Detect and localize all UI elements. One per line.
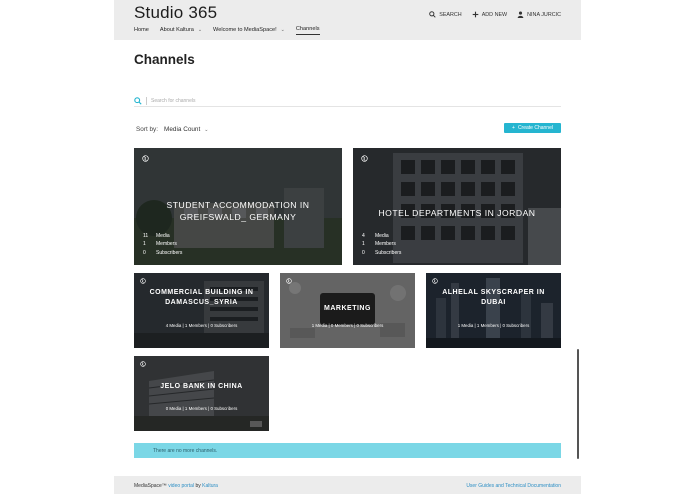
- globe-icon: [140, 361, 146, 367]
- sort-value: Media Count: [164, 126, 201, 133]
- nav-welcome-label: Welcome to MediaSpace!: [213, 26, 277, 33]
- globe-icon: [361, 155, 368, 162]
- site-footer: MediaSpace™ video portal by Kaltura User…: [114, 476, 581, 494]
- sort-label: Sort by:: [136, 126, 159, 133]
- card-overlay: [134, 273, 269, 348]
- create-channel-label: Create Channel: [517, 125, 553, 131]
- members-count: 1: [143, 241, 146, 247]
- main-nav: Home About Kaltura ⌄ Welcome to MediaSpa…: [134, 26, 320, 35]
- create-channel-button[interactable]: + Create Channel: [504, 123, 561, 133]
- top-actions: SEARCH ADD NEW NINA JURCIC: [429, 11, 561, 18]
- subscribers-count: 0: [362, 249, 365, 256]
- site-header: Studio 365 SEARCH ADD NEW NINA JURCIC Ho…: [114, 0, 581, 40]
- nav-about-kaltura[interactable]: About Kaltura ⌄: [160, 27, 202, 35]
- footer-docs-link[interactable]: User Guides and Technical Documentation: [466, 483, 561, 489]
- subscribers-label: Subscribers: [156, 249, 183, 256]
- channel-stats: 0 Media | 1 Members | 0 Subscribers: [165, 406, 238, 411]
- footer-by: by: [195, 483, 201, 489]
- channel-card[interactable]: HOTEL DEPARTMENTS IN JORDAN 4 Media 1 Memb…: [353, 148, 561, 265]
- plus-icon: [472, 11, 478, 18]
- footer-product: MediaSpace™: [134, 483, 167, 489]
- card-overlay: [426, 273, 561, 348]
- user-icon: [517, 11, 524, 18]
- channel-card[interactable]: ALHELAL SKYSCRAPER IN DUBAI 1 Media | 1 …: [426, 273, 561, 348]
- search-divider: [146, 97, 147, 105]
- chevron-down-icon: ⌄: [280, 26, 285, 33]
- nav-channels-label: Channels: [295, 26, 320, 32]
- channel-card[interactable]: MARKETING 1 Media | 0 Members | 0 Subscr…: [280, 273, 415, 348]
- footer-kaltura-link[interactable]: Kaltura: [202, 483, 218, 489]
- media-label: Media: [156, 232, 170, 239]
- search-icon: [429, 11, 436, 18]
- nav-channels[interactable]: Channels: [295, 26, 320, 35]
- media-label: Media: [375, 232, 389, 239]
- channel-stats: 1 Media | 1 Members | 0 Subscribers: [457, 323, 530, 328]
- sort-control: Sort by: Media Count ⌄: [136, 126, 208, 133]
- channel-stats: 4 Media | 1 Members | 0 Subscribers: [165, 323, 238, 328]
- media-count: 11: [143, 232, 149, 239]
- channel-title: HOTEL DEPARTMENTS IN JORDAN: [378, 208, 536, 218]
- channel-title: COMMERCIAL BUILDING IN DAMASCUS_SYRIA: [149, 289, 254, 306]
- channel-search: [134, 96, 561, 107]
- search-label: SEARCH: [439, 11, 462, 18]
- page-title: Channels: [134, 52, 195, 67]
- add-new-label: ADD NEW: [481, 11, 508, 18]
- members-label: Members: [156, 241, 177, 247]
- search-icon[interactable]: [134, 97, 142, 105]
- channel-title: MARKETING: [324, 305, 371, 312]
- add-new-button[interactable]: ADD NEW: [472, 11, 507, 18]
- sort-dropdown[interactable]: Media Count ⌄: [164, 126, 208, 133]
- channel-stats: 11 Media 1 Members 0 Subscribers: [143, 232, 182, 258]
- page: Studio 365 SEARCH ADD NEW NINA JURCIC Ho…: [0, 0, 695, 494]
- subscribers-label: Subscribers: [375, 249, 402, 256]
- plus-icon: +: [512, 125, 515, 131]
- scrollbar-thumb[interactable]: [577, 349, 579, 459]
- site-title[interactable]: Studio 365: [134, 3, 217, 23]
- no-more-channels-notice: There are no more channels.: [134, 443, 561, 458]
- channel-title: ALHELAL SKYSCRAPER IN DUBAI: [442, 289, 545, 306]
- media-count: 4: [362, 232, 365, 239]
- chevron-down-icon: ⌄: [204, 126, 209, 133]
- globe-icon: [432, 278, 438, 284]
- globe-icon: [286, 278, 292, 284]
- channel-card[interactable]: COMMERCIAL BUILDING IN DAMASCUS_SYRIA 4 …: [134, 273, 269, 348]
- channel-stats: 4 Media 1 Members 0 Subscribers: [362, 232, 401, 258]
- globe-icon: [142, 155, 149, 162]
- channel-card[interactable]: JELO BANK IN CHINA 0 Media | 1 Members |…: [134, 356, 269, 431]
- user-name: NINA JURCIC: [527, 11, 561, 18]
- nav-welcome[interactable]: Welcome to MediaSpace! ⌄: [213, 27, 285, 35]
- footer-video-portal-link[interactable]: video portal: [168, 483, 194, 489]
- nav-about-kaltura-label: About Kaltura: [159, 26, 194, 33]
- search-input[interactable]: [151, 98, 551, 104]
- user-menu[interactable]: NINA JURCIC: [517, 11, 561, 18]
- card-overlay: [134, 356, 269, 431]
- subscribers-count: 0: [143, 249, 146, 256]
- channel-title: JELO BANK IN CHINA: [160, 383, 243, 390]
- nav-home-label: Home: [134, 26, 149, 33]
- footer-credit: MediaSpace™ video portal by Kaltura: [134, 483, 218, 489]
- channel-stats: 1 Media | 0 Members | 0 Subscribers: [311, 323, 384, 328]
- members-count: 1: [362, 241, 365, 247]
- globe-icon: [140, 278, 146, 284]
- search-button[interactable]: SEARCH: [429, 11, 462, 18]
- channel-card[interactable]: STUDENT ACCOMMODATION IN GREIFSWALD_ GER…: [134, 148, 342, 265]
- members-label: Members: [375, 241, 396, 247]
- channel-title: STUDENT ACCOMMODATION IN GREIFSWALD_ GER…: [166, 200, 310, 222]
- nav-home[interactable]: Home: [134, 27, 149, 35]
- chevron-down-icon: ⌄: [197, 26, 203, 33]
